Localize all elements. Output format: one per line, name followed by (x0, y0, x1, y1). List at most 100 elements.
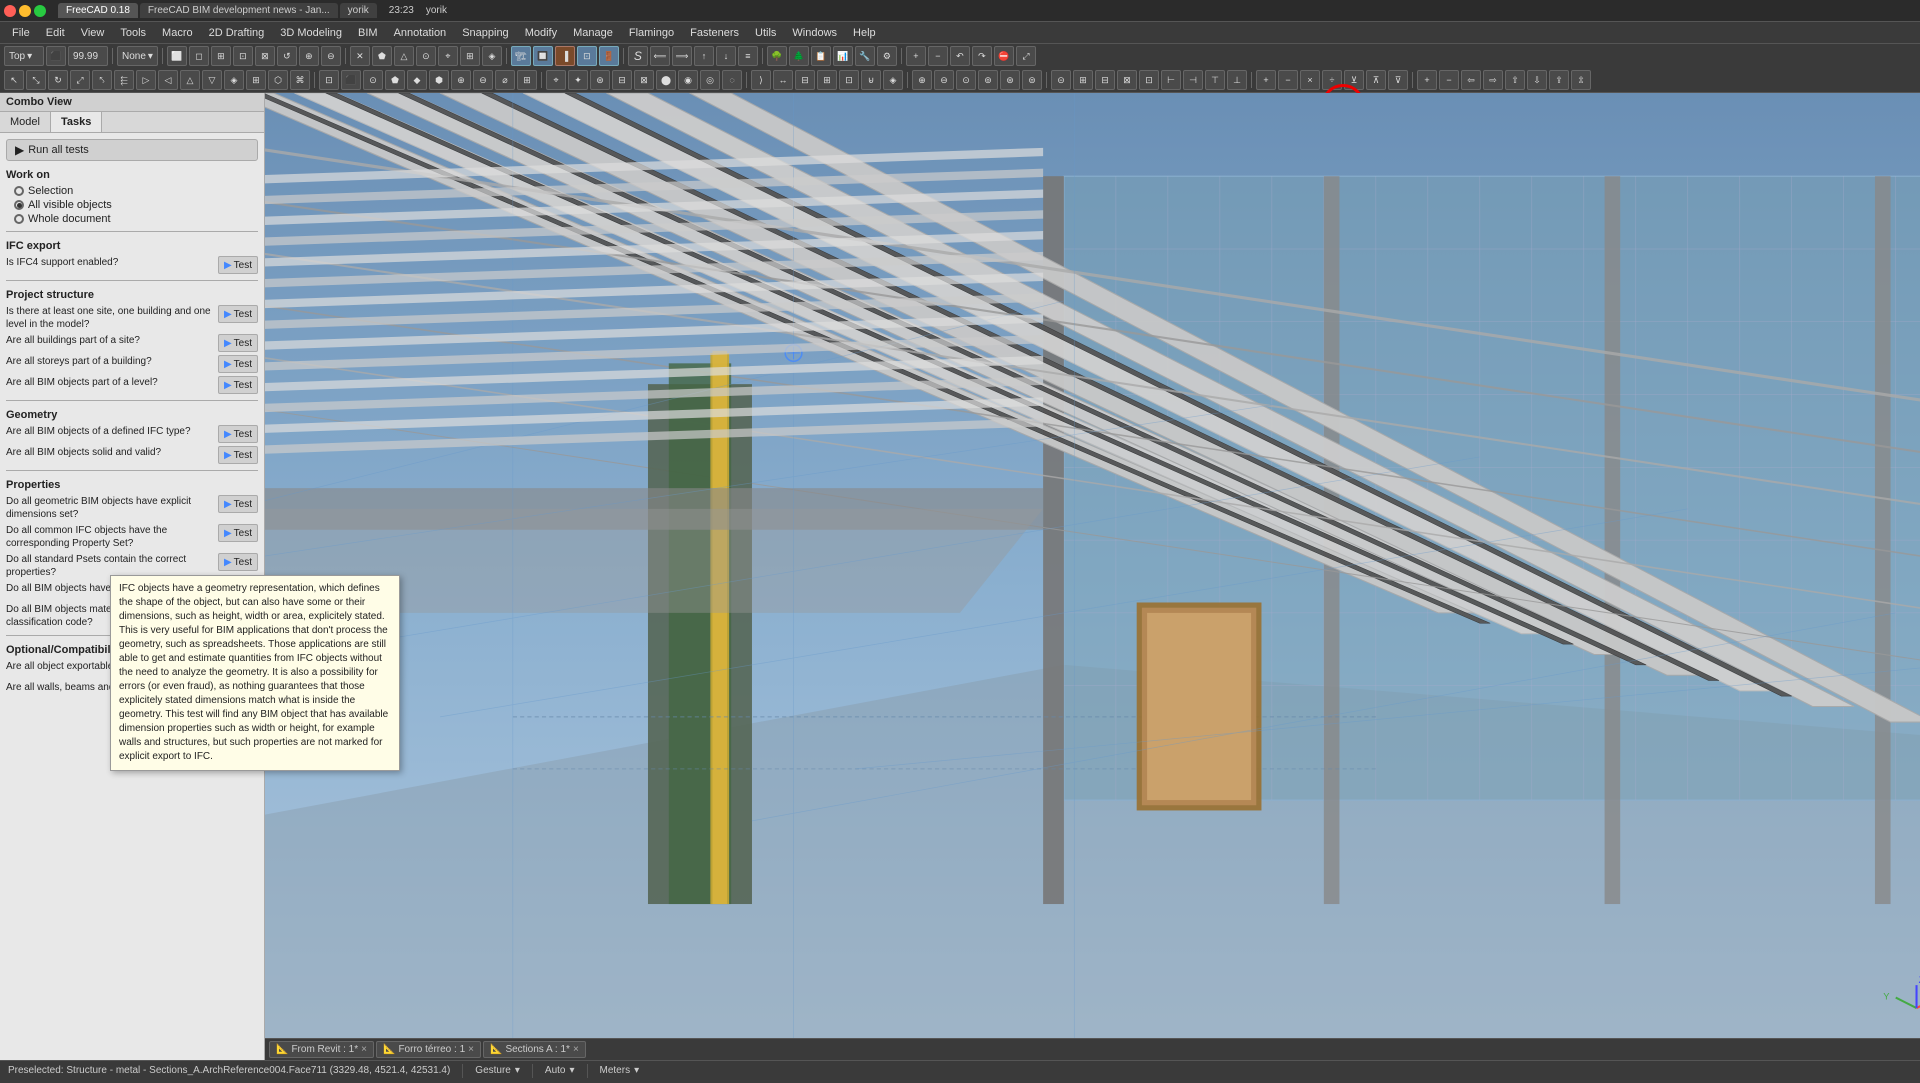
draft-btn-28[interactable]: ⊟ (612, 70, 632, 90)
draft-btn-15[interactable]: ⊡ (319, 70, 339, 90)
draft-btn-53[interactable]: ⊣ (1183, 70, 1203, 90)
toolbar-btn-tree2[interactable]: 🌲 (789, 46, 809, 66)
draft-btn-59[interactable]: ÷ (1322, 70, 1342, 90)
draft-btn-9[interactable]: △ (180, 70, 200, 90)
toolbar-btn-2[interactable]: ◻ (189, 46, 209, 66)
proj-test-btn-4[interactable]: ▶ Test (218, 376, 258, 394)
toolbar-btn-up[interactable]: ↑ (694, 46, 714, 66)
draft-btn-64[interactable]: − (1439, 70, 1459, 90)
toolbar-btn-redo[interactable]: ↷ (972, 46, 992, 66)
draft-btn-69[interactable]: ⇪ (1549, 70, 1569, 90)
draft-btn-33[interactable]: ◌ (722, 70, 742, 90)
draft-btn-67[interactable]: ⇧ (1505, 70, 1525, 90)
toolbar-snap-4[interactable]: ⊙ (416, 46, 436, 66)
draft-btn-55[interactable]: ⊥ (1227, 70, 1247, 90)
draft-btn-63[interactable]: + (1417, 70, 1437, 90)
draft-btn-39[interactable]: ⊌ (861, 70, 881, 90)
bim-btn-building[interactable]: 🏗 (511, 46, 531, 66)
draft-btn-11[interactable]: ◈ (224, 70, 244, 90)
menu-3d-modeling[interactable]: 3D Modeling (272, 25, 350, 41)
forro-tab-close[interactable]: × (468, 1044, 474, 1055)
toolbar-btn-level[interactable]: ≡ (738, 46, 758, 66)
toolbar-btn-4[interactable]: ⊡ (233, 46, 253, 66)
draft-btn-41[interactable]: ⊕ (912, 70, 932, 90)
draft-btn-60[interactable]: ⊻ (1344, 70, 1364, 90)
proj-test-btn-1[interactable]: ▶ Test (218, 305, 258, 323)
draft-btn-17[interactable]: ⊙ (363, 70, 383, 90)
minimize-window-button[interactable] (19, 5, 31, 17)
geo-test-btn-2[interactable]: ▶ Test (218, 446, 258, 464)
draft-btn-48[interactable]: ⊞ (1073, 70, 1093, 90)
draft-btn-27[interactable]: ⊛ (590, 70, 610, 90)
window-controls[interactable] (4, 5, 46, 17)
toolbar-btn-arr1[interactable]: ⟸ (650, 46, 670, 66)
draft-btn-40[interactable]: ◈ (883, 70, 903, 90)
menu-view[interactable]: View (73, 25, 113, 41)
menu-file[interactable]: File (4, 25, 38, 41)
close-window-button[interactable] (4, 5, 16, 17)
toolbar-btn-misc2[interactable]: 📊 (833, 46, 853, 66)
menu-manage[interactable]: Manage (565, 25, 621, 41)
toolbar-btn-misc1[interactable]: 📋 (811, 46, 831, 66)
menu-utils[interactable]: Utils (747, 25, 784, 41)
draft-btn-13[interactable]: ⬡ (268, 70, 288, 90)
draft-btn-47[interactable]: ⊝ (1051, 70, 1071, 90)
toolbar-snap-1[interactable]: ✕ (350, 46, 370, 66)
draft-btn-68[interactable]: ⇩ (1527, 70, 1547, 90)
menu-modify[interactable]: Modify (517, 25, 565, 41)
draft-btn-70[interactable]: ⇫ (1571, 70, 1591, 90)
toolbar-btn-s[interactable]: S (628, 46, 648, 66)
draft-btn-31[interactable]: ◉ (678, 70, 698, 90)
menu-help[interactable]: Help (845, 25, 884, 41)
draft-btn-51[interactable]: ⊡ (1139, 70, 1159, 90)
revit-tab-close[interactable]: × (361, 1044, 367, 1055)
toolbar-btn-8[interactable]: ⊖ (321, 46, 341, 66)
draft-btn-52[interactable]: ⊢ (1161, 70, 1181, 90)
draft-btn-26[interactable]: ✦ (568, 70, 588, 90)
draft-btn-57[interactable]: − (1278, 70, 1298, 90)
draft-btn-32[interactable]: ◎ (700, 70, 720, 90)
toolbar-btn-red[interactable]: ⛔ (994, 46, 1014, 66)
toolbar-btn-plus[interactable]: + (906, 46, 926, 66)
draft-btn-20[interactable]: ⬢ (429, 70, 449, 90)
menu-macro[interactable]: Macro (154, 25, 201, 41)
toolbar-btn-6[interactable]: ↺ (277, 46, 297, 66)
proj-test-btn-2[interactable]: ▶ Test (218, 334, 258, 352)
draft-btn-35[interactable]: ↔ (773, 70, 793, 90)
view-dropdown[interactable]: Top▾ (4, 46, 44, 66)
toolbar-btn-misc3[interactable]: 🔧 (855, 46, 875, 66)
tab-freecad[interactable]: FreeCAD 0.18 (58, 3, 138, 18)
draft-btn-3[interactable]: ↻ (48, 70, 68, 90)
menu-snapping[interactable]: Snapping (454, 25, 517, 41)
draft-btn-12[interactable]: ⊞ (246, 70, 266, 90)
tab-model[interactable]: Model (0, 112, 51, 132)
menu-edit[interactable]: Edit (38, 25, 73, 41)
prop-test-btn-3[interactable]: ▶ Test (218, 553, 258, 571)
toolbar-btn-down[interactable]: ↓ (716, 46, 736, 66)
draft-btn-19[interactable]: ◆ (407, 70, 427, 90)
menu-2d-drafting[interactable]: 2D Drafting (201, 25, 273, 41)
draft-btn-25[interactable]: ⌖ (546, 70, 566, 90)
draft-btn-5[interactable]: ⤣ (92, 70, 112, 90)
draft-btn-54[interactable]: ⊤ (1205, 70, 1225, 90)
draft-btn-8[interactable]: ◁ (158, 70, 178, 90)
draft-btn-2[interactable]: ⤡ (26, 70, 46, 90)
toolbar-btn-undo[interactable]: ↶ (950, 46, 970, 66)
toolbar-btn-cube[interactable]: ⬛ (46, 46, 66, 66)
radio-all-visible[interactable]: All visible objects (14, 199, 258, 211)
menu-annotation[interactable]: Annotation (386, 25, 455, 41)
toolbar-snap-6[interactable]: ⊞ (460, 46, 480, 66)
toolbar-snap-3[interactable]: △ (394, 46, 414, 66)
toolbar-btn-5[interactable]: ⊠ (255, 46, 275, 66)
toolbar-btn-3[interactable]: ⊞ (211, 46, 231, 66)
draft-btn-29[interactable]: ⊠ (634, 70, 654, 90)
draft-btn-10[interactable]: ▽ (202, 70, 222, 90)
tab-bim-news[interactable]: FreeCAD BIM development news - Jan... (140, 3, 338, 18)
draft-btn-37[interactable]: ⊞ (817, 70, 837, 90)
toolbar-btn-1[interactable]: ⬜ (167, 46, 187, 66)
toolbar-btn-tree1[interactable]: 🌳 (767, 46, 787, 66)
draft-btn-1[interactable]: ↖ (4, 70, 24, 90)
tab-yorik[interactable]: yorik (340, 3, 377, 18)
proj-test-btn-3[interactable]: ▶ Test (218, 355, 258, 373)
toolbar-snap-7[interactable]: ◈ (482, 46, 502, 66)
